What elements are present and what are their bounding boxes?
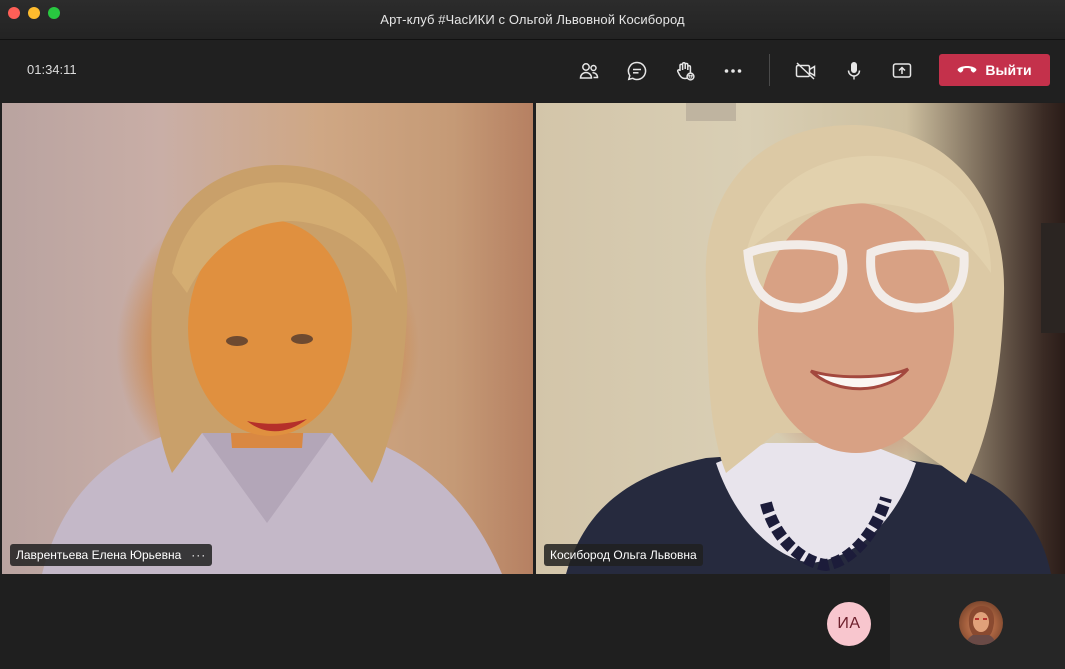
participant-name-tag: Косибород Ольга Львовна — [544, 544, 703, 566]
chat-icon — [627, 61, 647, 81]
toolbar-divider — [769, 54, 770, 86]
raise-hand-icon — [677, 62, 695, 81]
participant-video-feed — [42, 164, 502, 574]
chat-button[interactable] — [622, 56, 652, 86]
microphone-toggle-button[interactable] — [839, 56, 869, 86]
camera-off-icon — [795, 62, 816, 80]
participant-more-icon[interactable]: ··· — [191, 548, 206, 562]
reactions-button[interactable] — [670, 56, 700, 86]
more-options-button[interactable] — [718, 56, 748, 86]
share-screen-button[interactable] — [887, 56, 917, 86]
video-tile-participant-1[interactable]: Лаврентьева Елена Юрьевна ··· — [2, 103, 533, 574]
participant-avatar-initials[interactable]: ИА — [827, 602, 871, 646]
camera-toggle-button[interactable] — [791, 56, 821, 86]
video-tile-participant-2[interactable]: Косибород Ольга Львовна — [536, 103, 1065, 574]
window-title: Арт-клуб #ЧасИКИ с Ольгой Львовной Косиб… — [380, 12, 685, 27]
participant-name: Лаврентьева Елена Юрьевна — [16, 548, 182, 562]
leave-label: Выйти — [985, 62, 1032, 78]
title-bar: Арт-клуб #ЧасИКИ с Ольгой Львовной Косиб… — [0, 0, 1065, 40]
participants-button[interactable] — [574, 56, 604, 86]
meeting-toolbar: 01:34:11 Выйти — [0, 40, 1065, 102]
meeting-timer: 01:34:11 — [27, 62, 77, 77]
participant-video-feed — [566, 103, 1065, 574]
leave-button[interactable]: Выйти — [939, 54, 1050, 86]
participant-name: Косибород Ольга Львовна — [550, 548, 697, 562]
self-video-avatar[interactable] — [959, 601, 1003, 645]
self-avatar-image — [965, 606, 997, 645]
people-icon — [579, 63, 599, 79]
share-screen-icon — [892, 63, 912, 78]
participant-name-tag: Лаврентьева Елена Юрьевна ··· — [10, 544, 213, 566]
mic-icon — [847, 62, 861, 80]
more-icon — [724, 69, 742, 73]
hangup-icon — [958, 66, 977, 73]
